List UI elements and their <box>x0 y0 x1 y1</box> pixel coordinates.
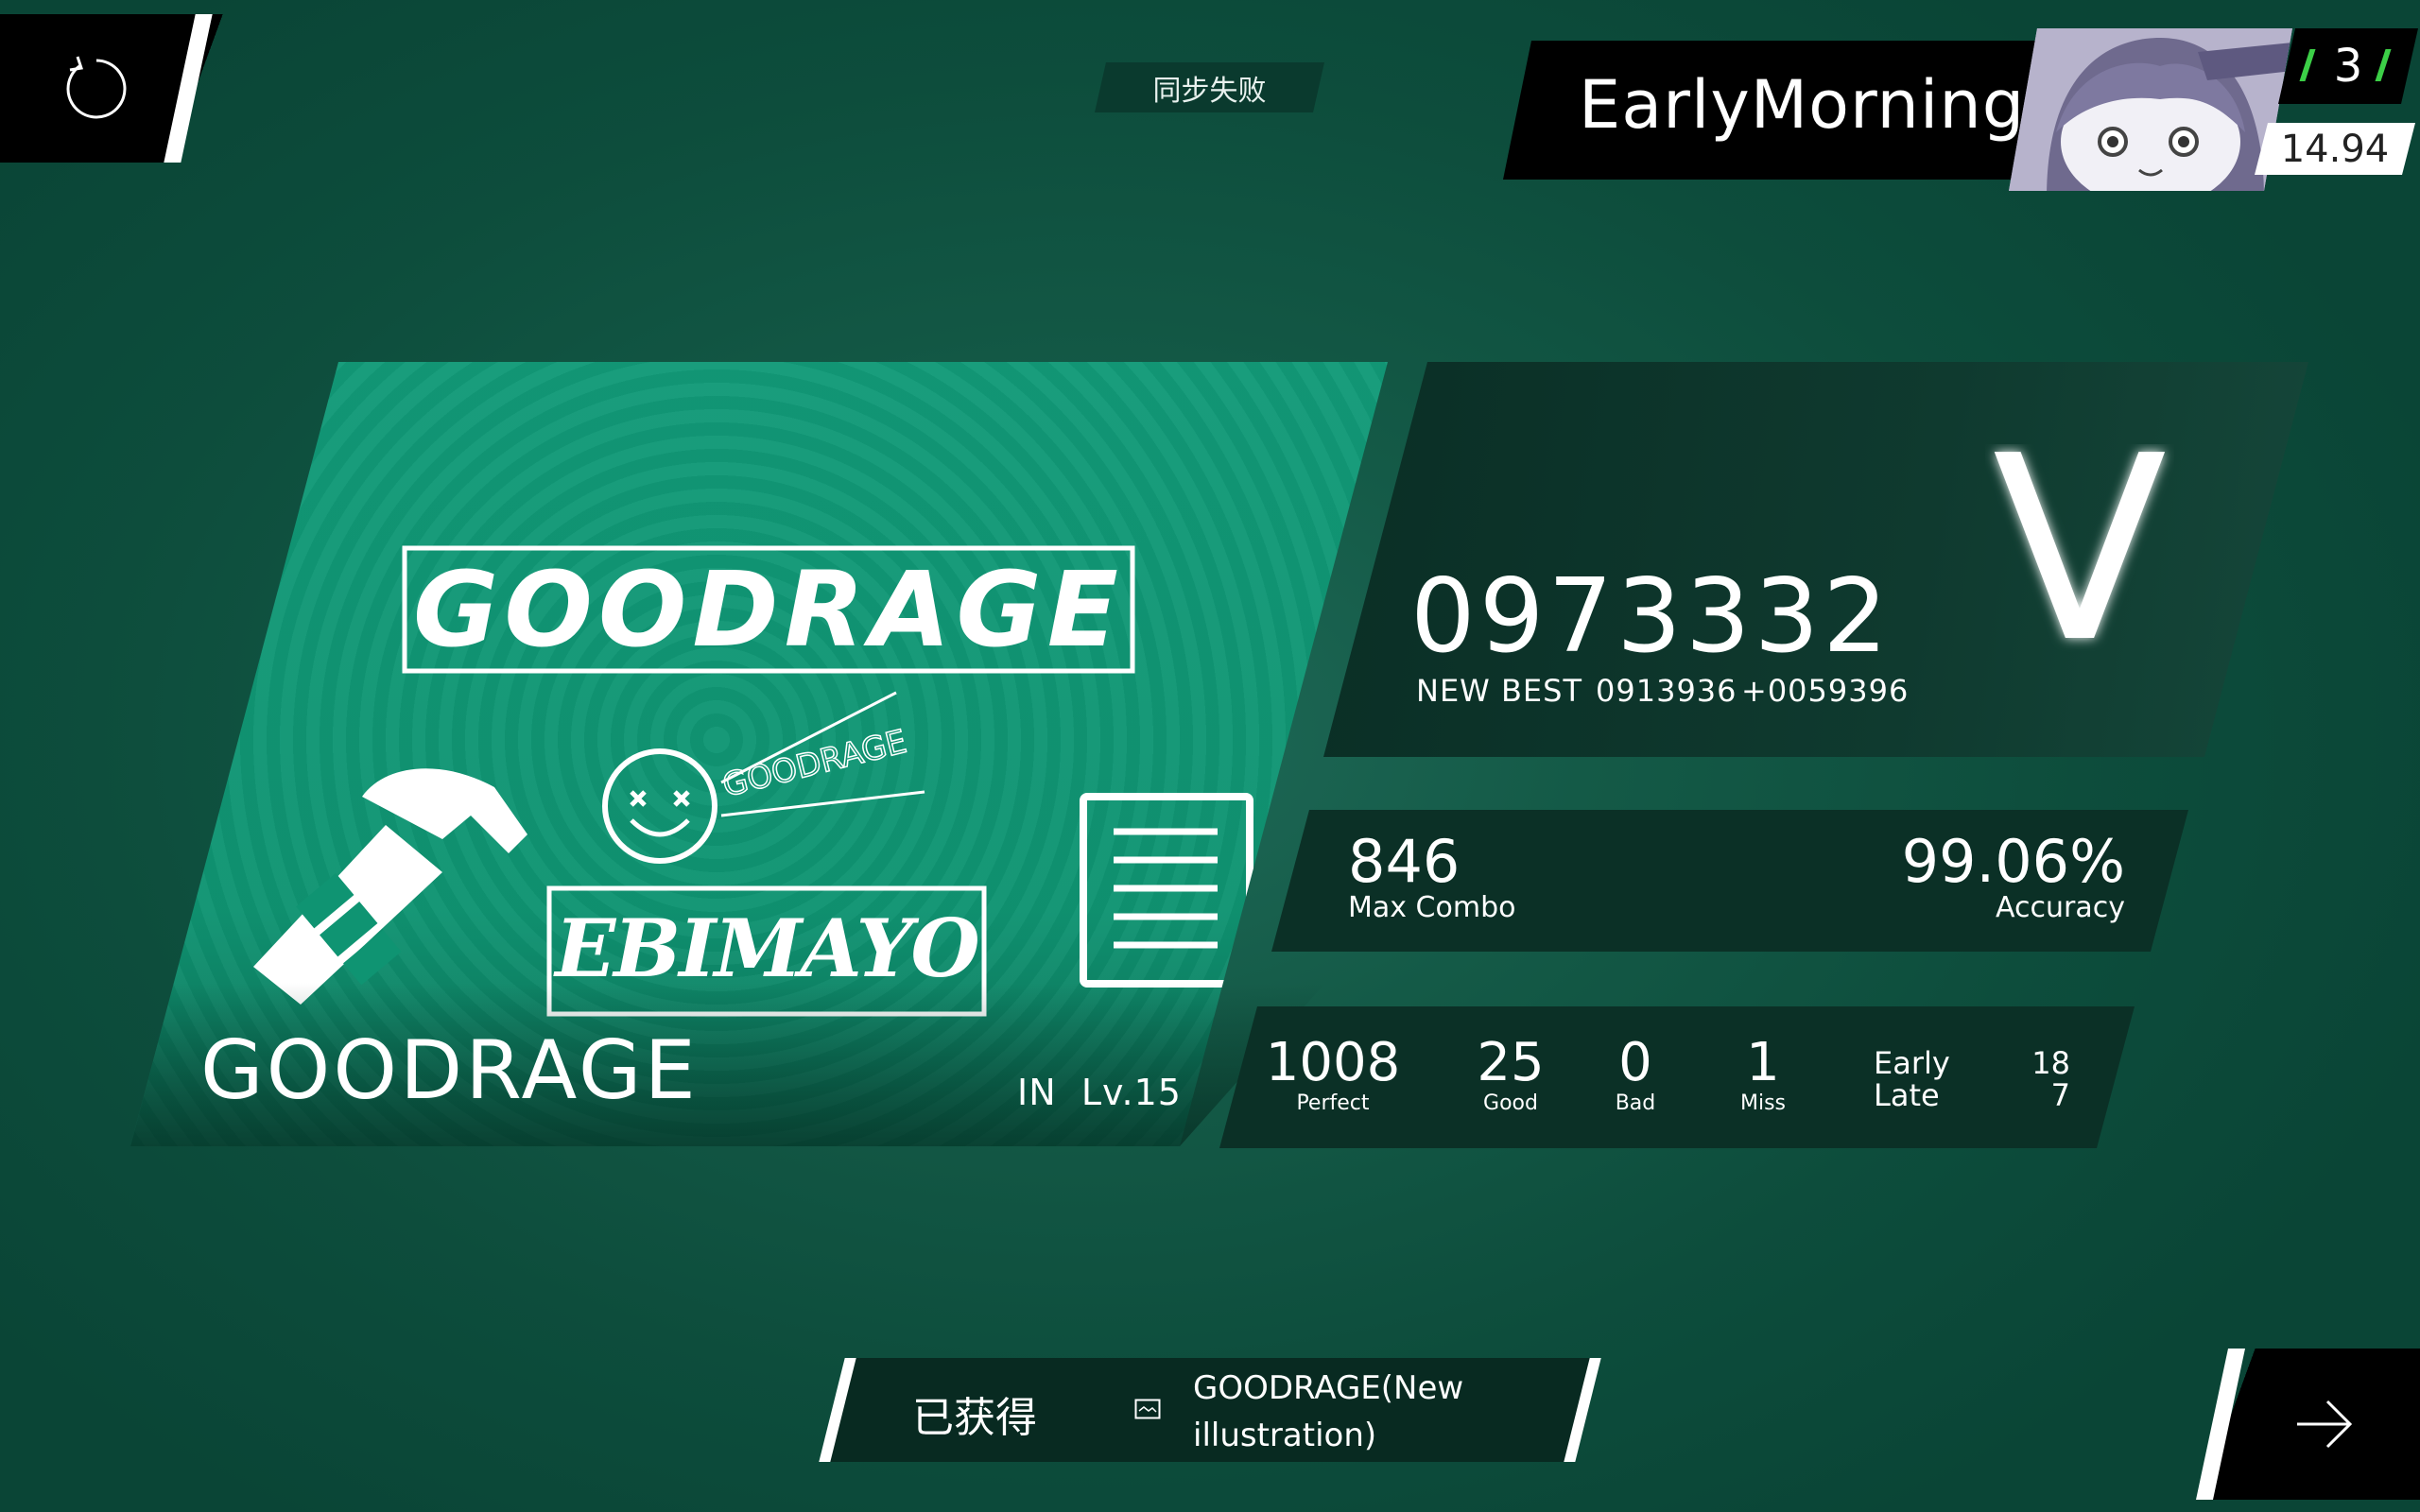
artwork-logo-text: GOODRAGE <box>413 549 1124 670</box>
good-label: Good <box>1483 1091 1538 1115</box>
song-title: GOODRAGE <box>200 1023 699 1118</box>
avatar[interactable] <box>2009 28 2292 191</box>
late-label: Late <box>1874 1077 1940 1113</box>
arrow-right-icon[interactable] <box>2293 1393 2356 1455</box>
max-combo-value: 846 <box>1348 827 1461 896</box>
perfect-count: 1008 <box>1265 1032 1401 1093</box>
early-count: 18 <box>2031 1045 2070 1081</box>
bad-label: Bad <box>1615 1091 1656 1115</box>
song-difficulty: IN Lv.15 <box>1017 1072 1182 1113</box>
grade-badge: V <box>1993 444 2169 662</box>
score: 0973332 <box>1410 558 1892 676</box>
retry-icon[interactable] <box>59 55 127 123</box>
avatar-image <box>2009 28 2292 191</box>
perfect-label: Perfect <box>1296 1091 1370 1115</box>
player-name: EarlyMorning <box>1579 66 2026 144</box>
difficulty-level: Lv.15 <box>1080 1072 1182 1113</box>
grade-letter: V <box>1993 444 2169 662</box>
accuracy-label: Accuracy <box>1996 891 2125 924</box>
max-combo-label: Max Combo <box>1348 891 1516 924</box>
good-count: 25 <box>1477 1032 1545 1093</box>
artwork-artist-text: EBIMAYO <box>553 902 979 995</box>
new-best-label: NEW BEST <box>1416 673 1582 709</box>
player-rating: 14.94 <box>2280 127 2390 171</box>
bad-count: 0 <box>1618 1032 1652 1093</box>
accuracy-value: 99.06% <box>1901 827 2125 896</box>
obtained-item: GOODRAGE(New illustration) <box>1193 1369 1464 1454</box>
difficulty-name: IN <box>1017 1072 1057 1113</box>
previous-best: 0913936 <box>1596 673 1737 709</box>
image-icon <box>1134 1399 1161 1419</box>
player-rank: 3 <box>2333 40 2363 93</box>
score-delta: +0059396 <box>1741 673 1910 709</box>
early-label: Early <box>1874 1045 1950 1081</box>
late-count: 7 <box>2050 1077 2070 1113</box>
sync-status: 同步失败 <box>1095 62 1324 112</box>
miss-count: 1 <box>1746 1032 1780 1093</box>
obtained-label: 已获得 <box>912 1394 1037 1442</box>
miss-label: Miss <box>1739 1091 1787 1115</box>
